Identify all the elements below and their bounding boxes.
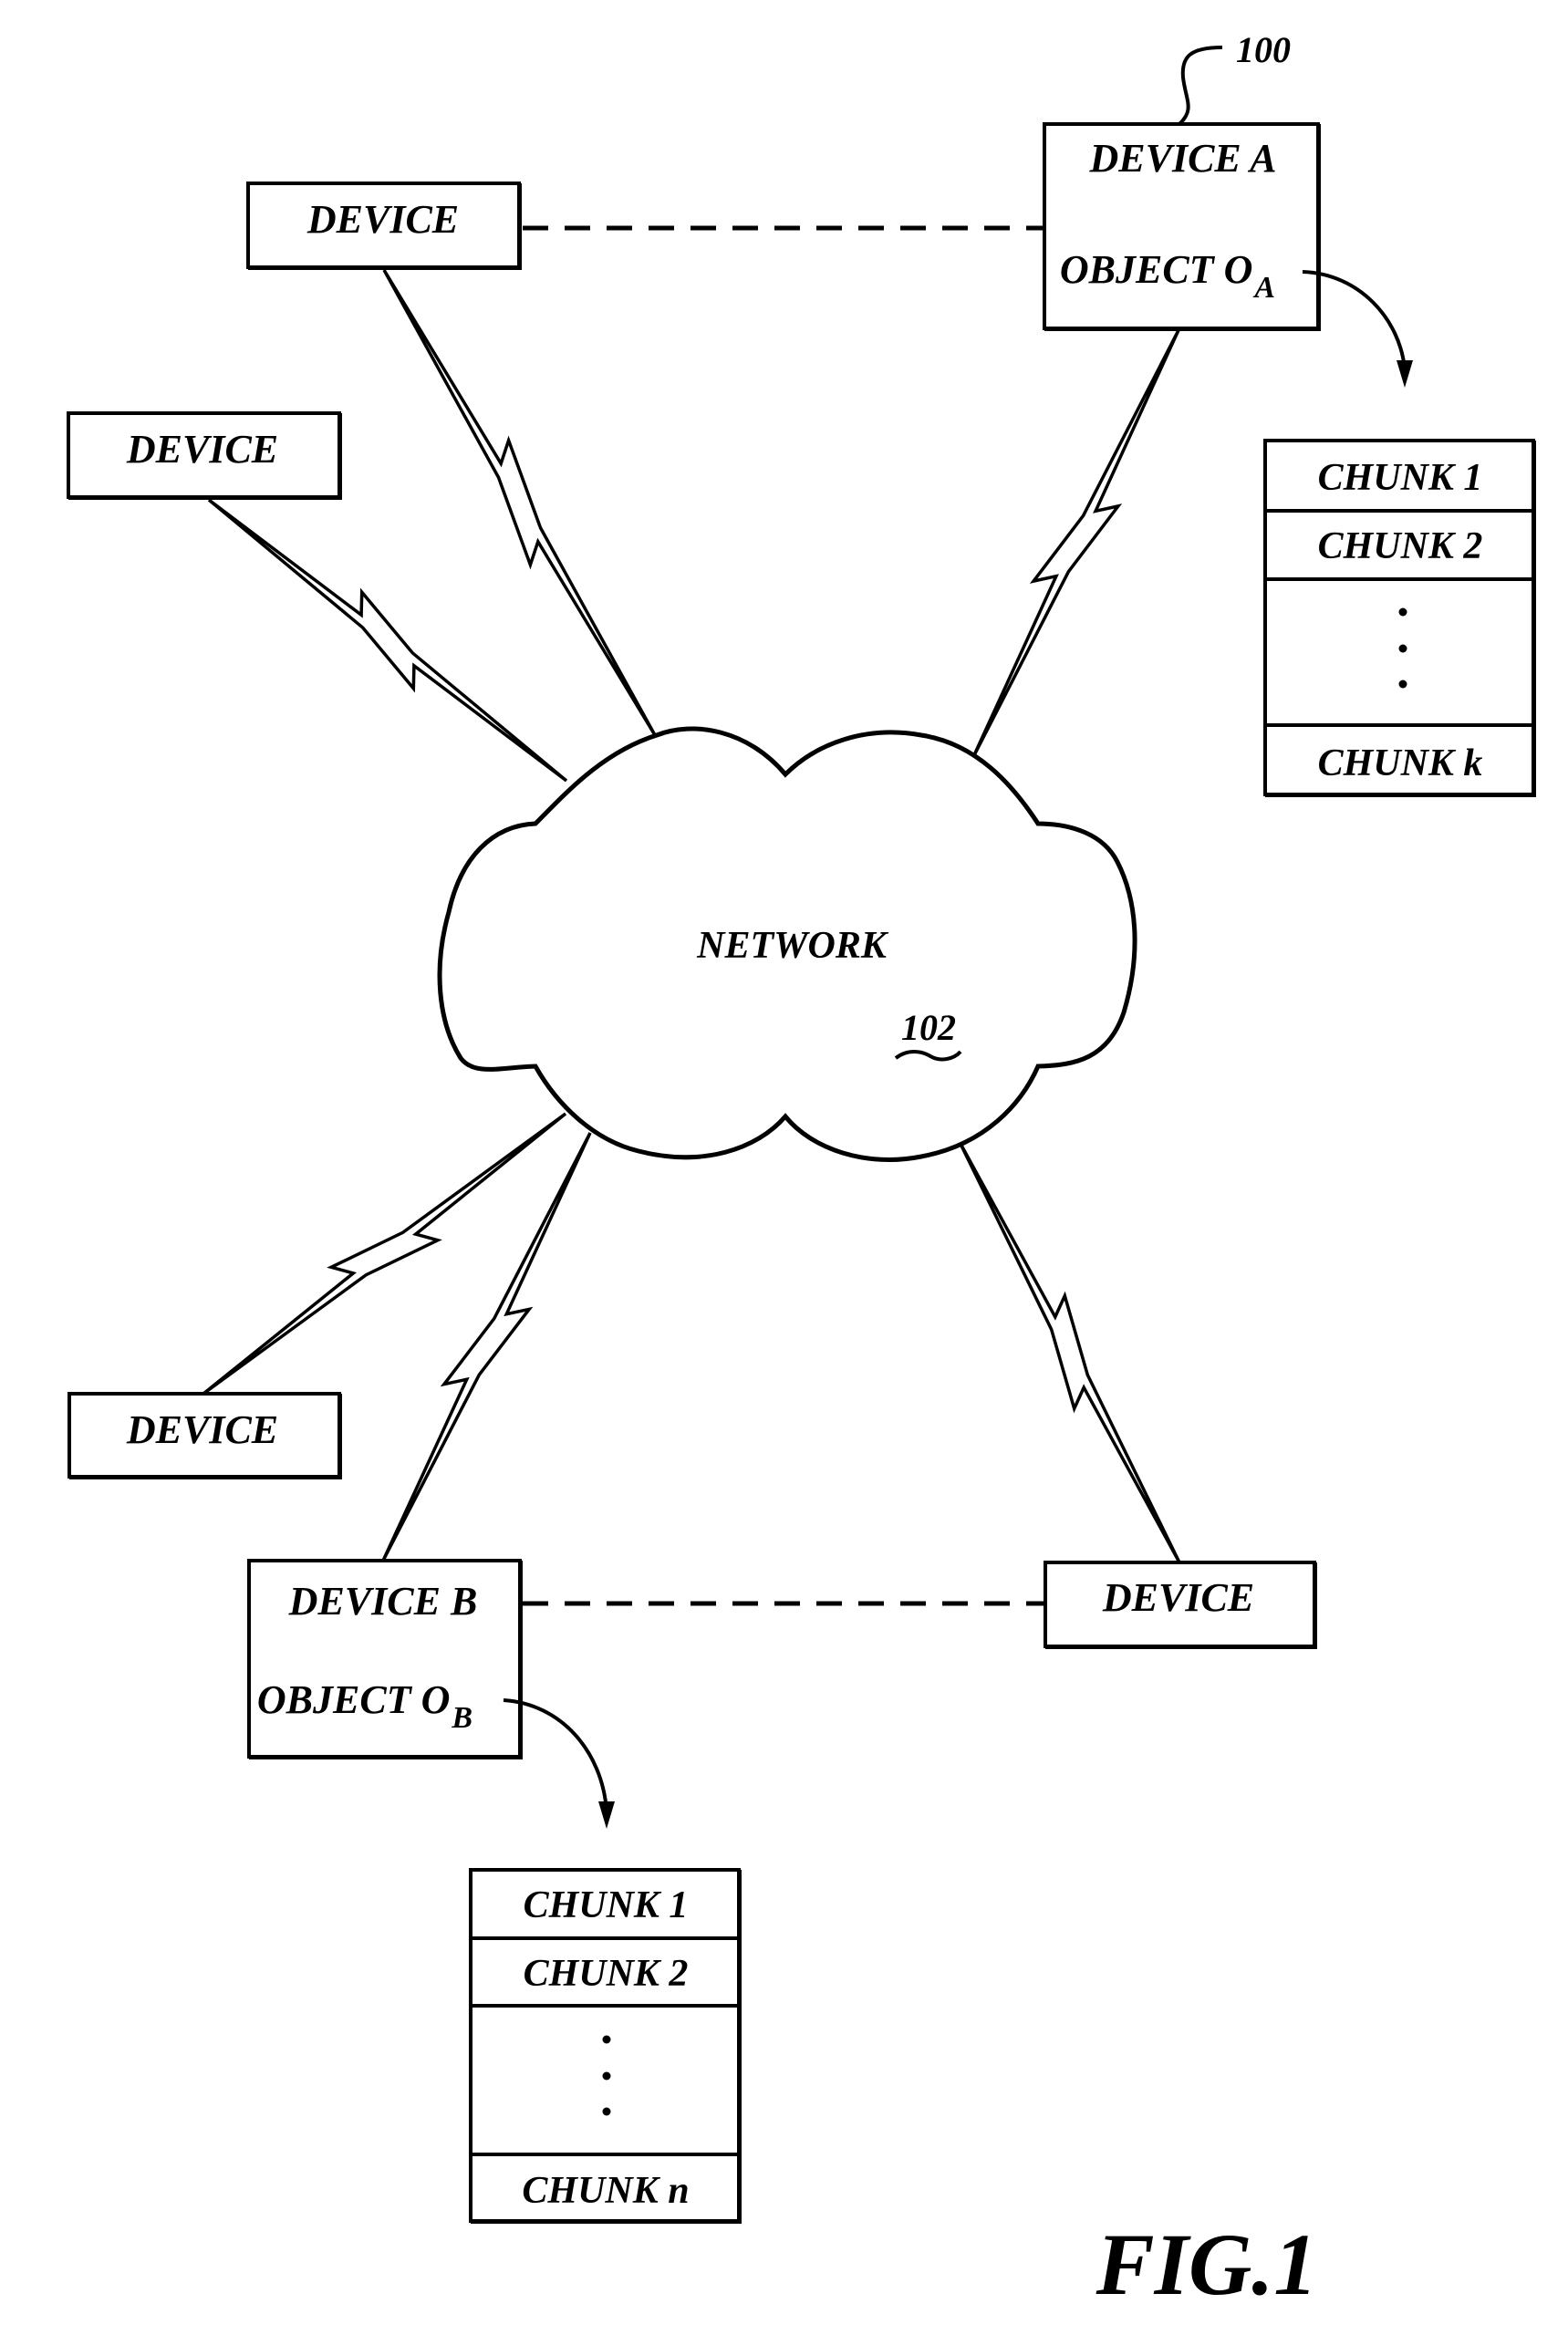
ellipsis-dot (602, 2107, 611, 2116)
figure-caption: FIG.1 (1096, 2216, 1318, 2313)
arrowhead-icon (1397, 360, 1413, 388)
lightning-bolt-icon (207, 498, 568, 783)
device-b-name: DEVICE B (288, 1579, 478, 1624)
chunk-item: CHUNK 1 (1318, 457, 1483, 499)
network-cloud: NETWORK 102 (437, 726, 1137, 1162)
ellipsis-dot (1398, 680, 1407, 689)
network-diagram: NETWORK 102 DEVICE DEVICE 100 DEVICE A O… (67, 29, 1536, 2313)
ellipsis-dot (1398, 644, 1407, 653)
device-left[interactable]: DEVICE (67, 411, 342, 500)
lightning-bolt-icon (958, 1141, 1181, 1563)
device-label: DEVICE (306, 197, 459, 242)
lightning-bolt-icon (381, 1132, 592, 1562)
ellipsis-dot (1398, 607, 1407, 617)
system-ref-leader (1178, 46, 1223, 126)
device-label: DEVICE (126, 427, 278, 472)
arrowhead-icon (598, 1801, 615, 1829)
chunk-item: CHUNK 2 (524, 1953, 689, 1995)
chunk-item: CHUNK n (522, 2170, 689, 2212)
device-label: DEVICE (126, 1407, 278, 1452)
ellipsis-dot (602, 2071, 611, 2081)
lightning-bolt-icon (971, 329, 1180, 758)
chunk-item: CHUNK 2 (1318, 525, 1483, 567)
network-ref-number: 102 (901, 1007, 956, 1048)
device-a[interactable]: 100 DEVICE A OBJECT OA (1043, 29, 1321, 331)
device-label: DEVICE (1102, 1575, 1254, 1620)
system-ref-number: 100 (1236, 29, 1291, 70)
device-lower-right[interactable]: DEVICE (1044, 1561, 1317, 1649)
ellipsis-dot (602, 2035, 611, 2044)
device-lower-left[interactable]: DEVICE (67, 1392, 342, 1479)
network-label: NETWORK (696, 925, 889, 967)
device-upper-left[interactable]: DEVICE (246, 182, 522, 270)
lightning-bolt-icon (202, 1112, 567, 1396)
chunk-list-b: CHUNK 1 CHUNK 2 CHUNK n (469, 1868, 742, 2224)
device-b[interactable]: DEVICE B OBJECT OB (247, 1559, 523, 1759)
chunk-item: CHUNK k (1318, 742, 1483, 784)
device-a-name: DEVICE A (1088, 136, 1276, 181)
chunk-list-a: CHUNK 1 CHUNK 2 CHUNK k (1263, 439, 1536, 797)
chunk-item: CHUNK 1 (524, 1884, 689, 1926)
